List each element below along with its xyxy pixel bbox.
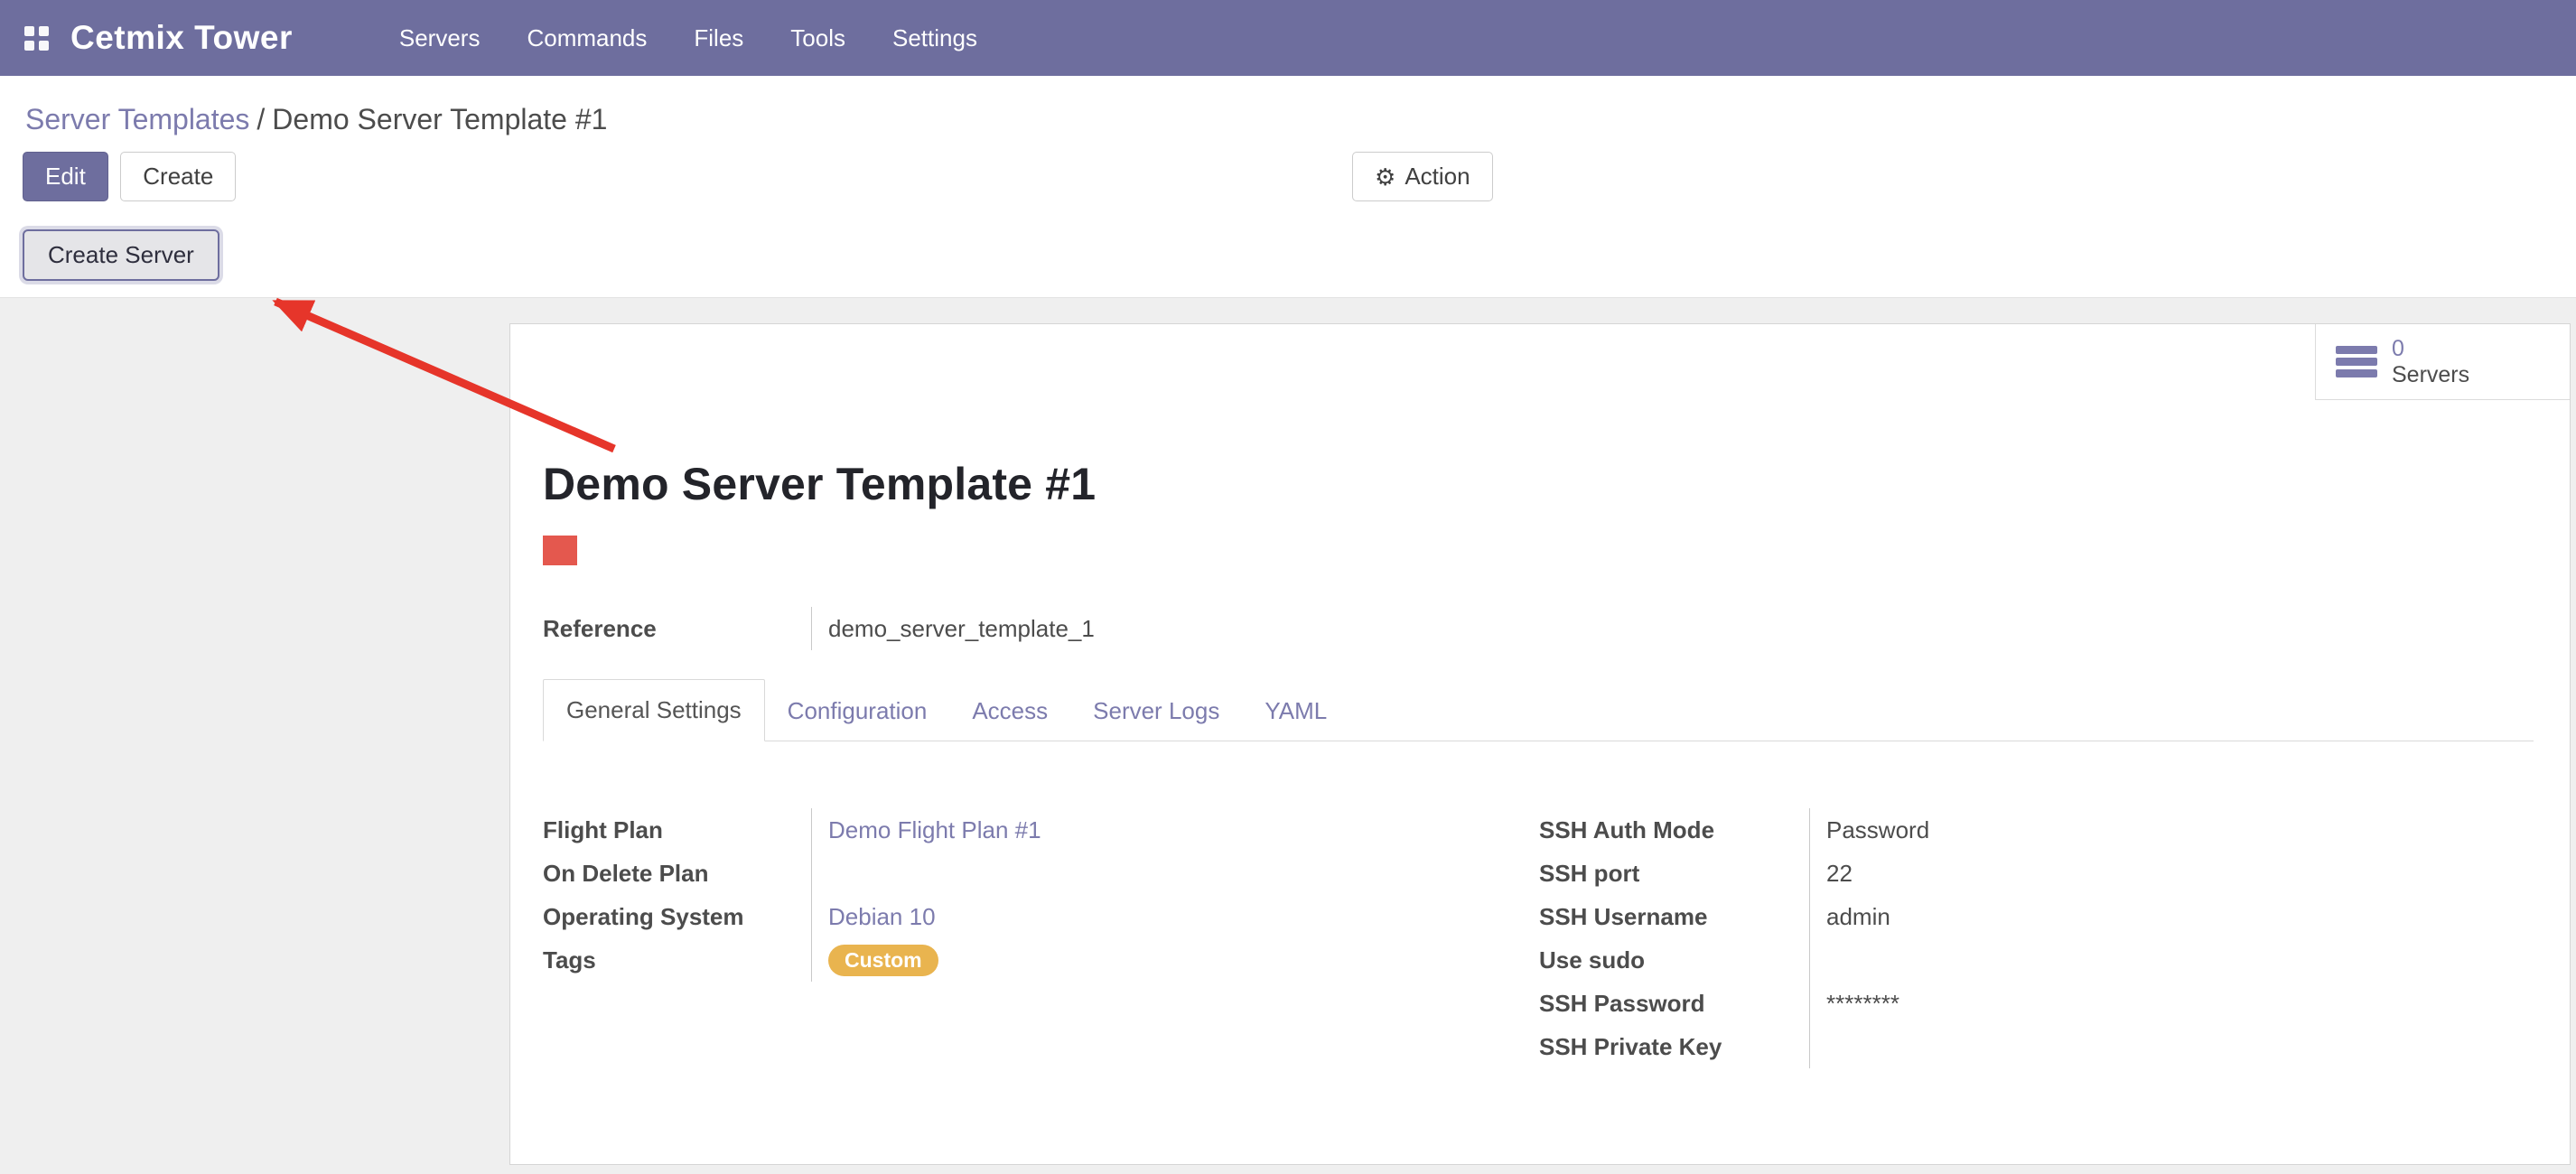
- reference-row: Reference demo_server_template_1: [543, 607, 2534, 650]
- create-server-button[interactable]: Create Server: [23, 229, 219, 281]
- tab-server-logs[interactable]: Server Logs: [1070, 681, 1242, 741]
- general-settings-form: Flight Plan Demo Flight Plan #1 On Delet…: [543, 808, 2534, 1068]
- operating-system-link[interactable]: Debian 10: [828, 903, 936, 931]
- breadcrumb: Server Templates/Demo Server Template #1: [25, 103, 2576, 136]
- field-row-use-sudo: Use sudo: [1539, 938, 2352, 982]
- content-area: 0 Servers Demo Server Template #1 Refere…: [0, 298, 2576, 1174]
- field-row-flight-plan: Flight Plan Demo Flight Plan #1: [543, 808, 1539, 852]
- tags-value: Custom: [811, 938, 1539, 982]
- apps-grid-dot: [24, 26, 34, 36]
- menu-item-commands[interactable]: Commands: [503, 0, 670, 76]
- server-template-form-card: 0 Servers Demo Server Template #1 Refere…: [509, 323, 2571, 1165]
- ssh-password-value: ********: [1809, 982, 2352, 1025]
- gear-icon: ⚙: [1375, 165, 1395, 189]
- use-sudo-value: [1809, 938, 2352, 982]
- field-row-ssh-auth-mode: SSH Auth Mode Password: [1539, 808, 2352, 852]
- breadcrumb-parent-link[interactable]: Server Templates: [25, 103, 249, 135]
- use-sudo-label: Use sudo: [1539, 946, 1809, 974]
- field-row-operating-system: Operating System Debian 10: [543, 895, 1539, 938]
- ssh-username-value: admin: [1809, 895, 2352, 938]
- field-row-ssh-port: SSH port 22: [1539, 852, 2352, 895]
- apps-grid-dot: [39, 41, 49, 51]
- tag-badge-custom: Custom: [828, 945, 938, 976]
- ssh-password-label: SSH Password: [1539, 990, 1809, 1018]
- flight-plan-value: Demo Flight Plan #1: [811, 808, 1539, 852]
- field-row-tags: Tags Custom: [543, 938, 1539, 982]
- menu-item-tools[interactable]: Tools: [767, 0, 869, 76]
- breadcrumb-separator: /: [249, 103, 272, 135]
- field-row-ssh-private-key: SSH Private Key: [1539, 1025, 2352, 1068]
- menu-item-servers[interactable]: Servers: [376, 0, 504, 76]
- form-group-left: Flight Plan Demo Flight Plan #1 On Delet…: [543, 808, 1539, 1068]
- color-swatch: [543, 536, 577, 565]
- ssh-private-key-value: [1809, 1025, 2352, 1068]
- main-menu: Servers Commands Files Tools Settings: [376, 0, 1001, 76]
- apps-menu-icon[interactable]: [24, 26, 49, 51]
- field-row-ssh-password: SSH Password ********: [1539, 982, 2352, 1025]
- operating-system-value: Debian 10: [811, 895, 1539, 938]
- ssh-port-label: SSH port: [1539, 860, 1809, 888]
- edit-button[interactable]: Edit: [23, 152, 108, 201]
- on-delete-plan-label: On Delete Plan: [543, 860, 811, 888]
- statusbar: Create Server: [0, 217, 2576, 298]
- breadcrumb-bar: Server Templates/Demo Server Template #1: [0, 76, 2576, 141]
- ssh-auth-mode-label: SSH Auth Mode: [1539, 816, 1809, 844]
- apps-grid-dot: [24, 41, 34, 51]
- field-row-ssh-username: SSH Username admin: [1539, 895, 2352, 938]
- form-group-right: SSH Auth Mode Password SSH port 22 SSH U…: [1539, 808, 2352, 1068]
- ssh-port-value: 22: [1809, 852, 2352, 895]
- notebook-tabs: General Settings Configuration Access Se…: [543, 679, 2534, 741]
- create-button[interactable]: Create: [120, 152, 236, 201]
- on-delete-plan-value: [811, 852, 1539, 895]
- servers-count-label: Servers: [2392, 362, 2469, 388]
- operating-system-label: Operating System: [543, 903, 811, 931]
- ssh-private-key-label: SSH Private Key: [1539, 1033, 1809, 1061]
- field-row-on-delete-plan: On Delete Plan: [543, 852, 1539, 895]
- tags-label: Tags: [543, 946, 811, 974]
- servers-smart-button[interactable]: 0 Servers: [2315, 324, 2570, 400]
- apps-grid-dot: [39, 26, 49, 36]
- flight-plan-link[interactable]: Demo Flight Plan #1: [828, 816, 1041, 844]
- flight-plan-label: Flight Plan: [543, 816, 811, 844]
- action-button[interactable]: ⚙ Action: [1352, 152, 1493, 201]
- servers-smart-button-text: 0 Servers: [2392, 336, 2469, 388]
- menu-item-files[interactable]: Files: [670, 0, 767, 76]
- ssh-username-label: SSH Username: [1539, 903, 1809, 931]
- servers-count: 0: [2392, 336, 2469, 362]
- breadcrumb-current: Demo Server Template #1: [272, 103, 607, 135]
- tab-yaml[interactable]: YAML: [1242, 681, 1349, 741]
- tab-access[interactable]: Access: [949, 681, 1070, 741]
- ssh-auth-mode-value: Password: [1809, 808, 2352, 852]
- top-navbar: Cetmix Tower Servers Commands Files Tool…: [0, 0, 2576, 76]
- record-title: Demo Server Template #1: [543, 458, 2534, 510]
- tab-general-settings[interactable]: General Settings: [543, 679, 765, 741]
- reference-value: demo_server_template_1: [811, 607, 2534, 650]
- reference-label: Reference: [543, 615, 811, 643]
- app-brand[interactable]: Cetmix Tower: [70, 19, 293, 57]
- action-button-label: Action: [1405, 163, 1470, 191]
- control-panel: Edit Create ⚙ Action: [0, 141, 2576, 217]
- tab-configuration[interactable]: Configuration: [765, 681, 950, 741]
- form-sheet: Demo Server Template #1 Reference demo_s…: [510, 324, 2570, 1068]
- menu-item-settings[interactable]: Settings: [869, 0, 1001, 76]
- server-stack-icon: [2336, 346, 2377, 377]
